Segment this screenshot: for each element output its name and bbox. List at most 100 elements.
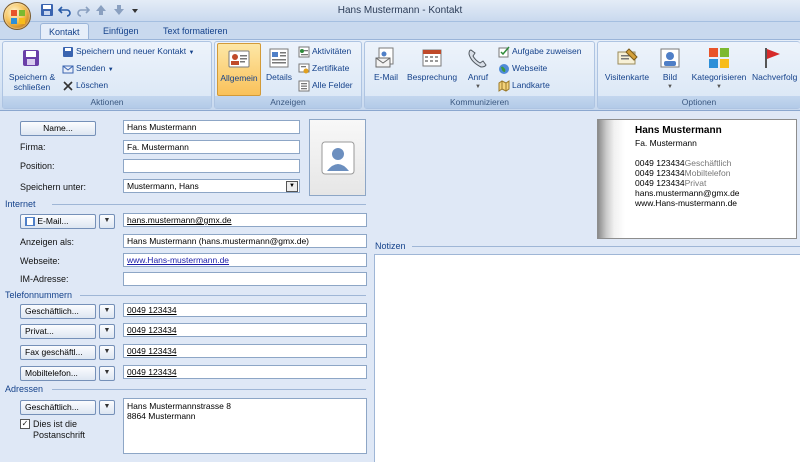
- anzeigen-als-field[interactable]: Hans Mustermann (hans.mustermann@gmx.de): [123, 234, 367, 248]
- phone-mobil-field[interactable]: 0049 123434: [123, 365, 367, 379]
- nachverfolgung-button[interactable]: Nachverfolg: [752, 46, 800, 82]
- task-icon: [498, 46, 510, 58]
- postanschrift-checkbox[interactable]: ✓: [20, 419, 30, 429]
- card-phone-2: 0049 123434Mobiltelefon: [635, 168, 731, 178]
- details-button[interactable]: Details: [263, 46, 295, 82]
- card-name: Hans Mustermann: [635, 125, 722, 136]
- bild-button[interactable]: Bild ▼: [656, 46, 684, 92]
- address-type-dropdown[interactable]: ▼: [99, 400, 115, 415]
- email-address-button[interactable]: E-Mail...: [20, 214, 96, 229]
- visitenkarte-button[interactable]: Visitenkarte: [601, 46, 653, 82]
- tab-kontakt[interactable]: Kontakt: [40, 23, 89, 40]
- bild-label: Bild: [662, 72, 678, 82]
- email-field[interactable]: hans.mustermann@gmx.de: [123, 213, 367, 227]
- contact-photo-icon: [321, 141, 355, 175]
- email-label: E-Mail: [373, 72, 399, 82]
- anruf-dropdown-icon: ▼: [475, 84, 481, 90]
- send-icon: [62, 65, 74, 74]
- save-close-icon: [23, 50, 39, 66]
- position-field[interactable]: [123, 159, 300, 173]
- kategorisieren-button[interactable]: Kategorisieren ▼: [688, 46, 750, 92]
- phone-fax-field[interactable]: 0049 123434: [123, 344, 367, 358]
- details-icon: [269, 48, 289, 68]
- business-card-stripe: [598, 120, 625, 238]
- save-close-button[interactable]: Speichern & schließen: [6, 46, 58, 92]
- phone-fax-dropdown[interactable]: ▼: [99, 345, 115, 360]
- nachverfolgung-label: Nachverfolg: [752, 72, 798, 82]
- phone-mobil-button[interactable]: Mobiltelefon...: [20, 366, 96, 381]
- flag-icon: [765, 48, 780, 68]
- certificate-icon: [298, 63, 310, 74]
- phone-geschaeftlich-button[interactable]: Geschäftlich...: [20, 304, 96, 319]
- phone-geschaeftlich-field[interactable]: 0049 123434: [123, 303, 367, 317]
- internet-section-divider: [52, 204, 366, 205]
- activities-icon: [298, 46, 310, 58]
- name-field[interactable]: Hans Mustermann: [123, 120, 300, 134]
- phone-privat-field[interactable]: 0049 123434: [123, 323, 367, 337]
- anruf-label: Anruf: [467, 72, 489, 82]
- phone-privat-dropdown[interactable]: ▼: [99, 324, 115, 339]
- visitenkarte-label: Visitenkarte: [604, 72, 650, 82]
- speichern-unter-select[interactable]: Mustermann, Hans: [123, 179, 300, 193]
- save-close-label: Speichern & schließen: [8, 72, 56, 92]
- telefon-section-divider: [80, 295, 366, 296]
- notes-textarea[interactable]: [374, 254, 800, 462]
- aktivitaeten-button[interactable]: Aktivitäten: [298, 44, 351, 59]
- im-adresse-field[interactable]: [123, 272, 367, 286]
- phone-geschaeftlich-dropdown[interactable]: ▼: [99, 304, 115, 319]
- card-web: www.Hans-mustermann.de: [635, 198, 738, 208]
- anzeigen-als-label: Anzeigen als:: [20, 237, 75, 247]
- firma-field[interactable]: Fa. Mustermann: [123, 140, 300, 154]
- tab-text-formatieren[interactable]: Text formatieren: [155, 23, 236, 40]
- webseite-label: Webseite:: [20, 256, 60, 266]
- kategorisieren-label: Kategorisieren: [691, 72, 747, 82]
- speichern-unter-dropdown-icon[interactable]: ▼: [286, 181, 298, 192]
- address-line1: Hans Mustermannstrasse 8: [127, 401, 231, 411]
- phone-mobil-dropdown[interactable]: ▼: [99, 366, 115, 381]
- address-type-button[interactable]: Geschäftlich...: [20, 400, 96, 415]
- card-company: Fa. Mustermann: [635, 138, 697, 148]
- phone-fax-button[interactable]: Fax geschäftl...: [20, 345, 96, 360]
- map-icon: [498, 79, 510, 92]
- zertifikate-button[interactable]: Zertifikate: [298, 61, 349, 76]
- categories-icon: [709, 48, 729, 68]
- email-type-dropdown[interactable]: ▼: [99, 214, 115, 229]
- all-fields-icon: [298, 80, 310, 92]
- details-label: Details: [266, 72, 292, 82]
- notizen-divider: [412, 246, 800, 247]
- besprechung-button[interactable]: Besprechung: [404, 46, 460, 82]
- firma-label: Firma:: [20, 142, 46, 152]
- business-card-icon: [617, 48, 638, 65]
- notizen-label: Notizen: [375, 241, 406, 251]
- save-new-button[interactable]: Speichern und neuer Kontakt ▼: [62, 44, 194, 59]
- landkarte-button[interactable]: Landkarte: [498, 78, 550, 93]
- speichern-unter-label: Speichern unter:: [20, 182, 87, 192]
- besprechung-label: Besprechung: [406, 72, 458, 82]
- save-new-icon: [63, 46, 73, 57]
- meeting-icon: [422, 49, 442, 67]
- email-button[interactable]: E-Mail: [369, 46, 403, 82]
- office-button[interactable]: [3, 2, 31, 30]
- business-card-preview[interactable]: Hans Mustermann Fa. Mustermann 0049 1234…: [597, 119, 797, 239]
- phone-icon: [468, 49, 487, 68]
- allgemein-button[interactable]: Allgemein: [217, 43, 261, 96]
- group-label-kommunizieren: Kommunizieren: [365, 96, 594, 108]
- allgemein-label: Allgemein: [220, 73, 258, 83]
- delete-button[interactable]: Löschen: [62, 78, 108, 93]
- address-field[interactable]: Hans Mustermannstrasse 8 8864 Mustermann: [123, 398, 367, 454]
- anruf-button[interactable]: Anruf ▼: [462, 46, 494, 92]
- send-button[interactable]: Senden ▼: [62, 61, 114, 76]
- webseite-button[interactable]: Webseite: [498, 61, 547, 76]
- aufgabe-zuweisen-button[interactable]: Aufgabe zuweisen: [498, 44, 581, 59]
- webseite-field[interactable]: www.Hans-mustermann.de: [123, 253, 367, 267]
- picture-icon: [660, 48, 680, 68]
- position-label: Position:: [20, 161, 55, 171]
- phone-privat-button[interactable]: Privat...: [20, 324, 96, 339]
- alle-felder-button[interactable]: Alle Felder: [298, 78, 353, 93]
- tab-einfuegen[interactable]: Einfügen: [95, 23, 147, 40]
- adressen-section-divider: [52, 389, 366, 390]
- contact-photo-button[interactable]: [309, 119, 366, 196]
- internet-section-label: Internet: [5, 199, 36, 209]
- card-phone-1: 0049 123434Geschäftlich: [635, 158, 732, 168]
- name-button[interactable]: Name...: [20, 121, 96, 136]
